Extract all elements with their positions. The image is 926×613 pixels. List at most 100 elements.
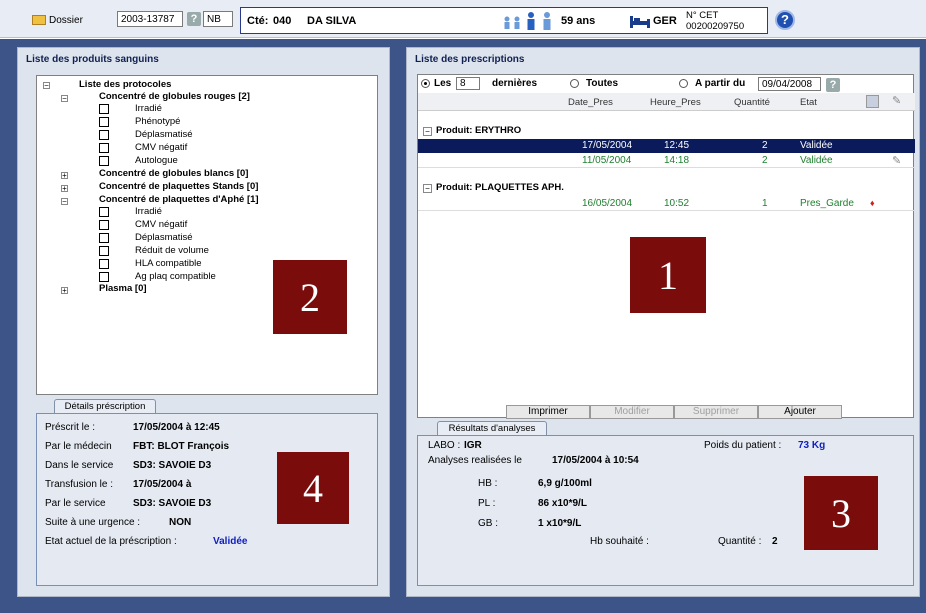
table-row[interactable]: 16/05/2004 10:52 1 Pres_Garde ♦: [418, 197, 915, 211]
tree-root[interactable]: Liste des protocoles: [79, 79, 171, 90]
checkbox-deplasmatise-2[interactable]: [99, 233, 109, 243]
date-field[interactable]: 09/04/2008: [758, 77, 821, 91]
print-button[interactable]: Imprimer: [506, 405, 590, 419]
dernieres-label: dernières: [492, 78, 538, 89]
cell-qte: 1: [762, 198, 768, 209]
expand-icon[interactable]: +: [61, 185, 68, 193]
pl-label: PL :: [478, 498, 496, 509]
gb-label: GB :: [478, 518, 499, 529]
checkbox-cmv[interactable]: [99, 143, 109, 153]
prescriptions-panel: Liste des prescriptions Les 8 dernières …: [406, 47, 920, 597]
cet-number: 00200209750: [686, 21, 745, 32]
table-row[interactable]: 11/05/2004 14:18 2 Validée ✎: [418, 154, 915, 168]
collapse-icon[interactable]: −: [423, 184, 432, 193]
hb-souhaite-label: Hb souhaité :: [590, 536, 649, 547]
annotation-marker-2: 2: [273, 260, 347, 334]
edit-icon[interactable]: ✎: [892, 95, 905, 108]
col-date[interactable]: Date_Pres: [568, 97, 613, 108]
cte-label: Cté:: [247, 15, 269, 27]
service-value: SD3: SAVOIE D3: [133, 460, 212, 471]
search-help-icon[interactable]: ?: [187, 12, 201, 26]
col-quantite[interactable]: Quantité: [734, 97, 770, 108]
table-row-selected[interactable]: 17/05/2004 12:45 2 Validée: [418, 139, 915, 153]
hb-value: 6,9 g/100ml: [538, 478, 592, 489]
collapse-icon[interactable]: −: [61, 198, 68, 206]
add-button[interactable]: Ajouter: [758, 405, 842, 419]
cell-date: 16/05/2004: [582, 198, 633, 209]
service-label: Dans le service: [45, 460, 114, 471]
analyses-label: Analyses realisées le: [428, 455, 522, 466]
radio-from-date[interactable]: [679, 79, 688, 88]
collapse-icon[interactable]: −: [43, 82, 50, 90]
patient-banner: Cté: 040 DA SILVA 59 ans GER N° CET 0020…: [240, 7, 768, 34]
blood-products-title: Liste des produits sanguins: [26, 54, 159, 65]
print-icon[interactable]: [866, 95, 879, 108]
checkbox-phenotype[interactable]: [99, 117, 109, 127]
tree-item-cpa[interactable]: Concentré de plaquettes d'Aphé [1]: [99, 194, 259, 205]
apartir-label: A partir du: [695, 78, 746, 89]
option-label: Phénotypé: [135, 116, 181, 127]
col-etat[interactable]: Etat: [800, 97, 817, 108]
checkbox-agplaq[interactable]: [99, 272, 109, 282]
folder-icon: [32, 15, 46, 25]
urgence-label: Suite à une urgence :: [45, 517, 141, 528]
bed-icon: [630, 16, 650, 28]
dossier-number-field[interactable]: 2003-13787: [117, 11, 183, 27]
ger-label: GER: [653, 15, 677, 27]
group-erythro: Produit: ERYTHRO: [436, 125, 522, 136]
group-plaquettes: Produit: PLAQUETTES APH.: [436, 182, 564, 193]
help-icon[interactable]: ?: [775, 10, 795, 30]
patient-name: DA SILVA: [307, 15, 357, 27]
option-label: Autologue: [135, 155, 178, 166]
par-service-value: SD3: SAVOIE D3: [133, 498, 212, 509]
nb-field[interactable]: NB: [203, 11, 233, 27]
radio-last-n[interactable]: [421, 79, 430, 88]
collapse-icon[interactable]: −: [423, 127, 432, 136]
checkbox-deplasmatise[interactable]: [99, 130, 109, 140]
etat-label: Etat actuel de la préscription :: [45, 536, 177, 547]
transfusion-value: 17/05/2004 à: [133, 479, 192, 490]
cell-qte: 2: [762, 140, 768, 151]
hb-label: HB :: [478, 478, 498, 489]
checkbox-hla[interactable]: [99, 259, 109, 269]
date-help-icon[interactable]: ?: [826, 78, 840, 92]
modify-button[interactable]: Modifier: [590, 405, 674, 419]
cet-label: N° CET: [686, 10, 719, 21]
tab-results[interactable]: Résultats d'analyses: [437, 421, 547, 436]
details-panel: Préscrit le : 17/05/2004 à 12:45 Par le …: [36, 413, 378, 586]
cell-date: 11/05/2004: [582, 155, 632, 166]
col-heure[interactable]: Heure_Pres: [650, 97, 701, 108]
pl-value: 86 x10*9/L: [538, 498, 587, 509]
quantite-value: 2: [772, 536, 778, 547]
collapse-icon[interactable]: −: [61, 95, 68, 103]
checkbox-irradie-2[interactable]: [99, 207, 109, 217]
top-toolbar: Dossier 2003-13787 ? NB Cté: 040 DA SILV…: [0, 0, 926, 38]
tree-item-gr[interactable]: Concentré de globules rouges [2]: [99, 91, 250, 102]
tree-item-cps[interactable]: Concentré de plaquettes Stands [0]: [99, 181, 258, 192]
alert-icon: ♦: [870, 198, 875, 208]
delete-button[interactable]: Supprimer: [674, 405, 758, 419]
expand-icon[interactable]: +: [61, 287, 68, 295]
cell-heure: 12:45: [664, 140, 690, 151]
checkbox-reduit[interactable]: [99, 246, 109, 256]
edit-row-icon[interactable]: ✎: [892, 154, 901, 167]
tree-item-plasma[interactable]: Plasma [0]: [99, 283, 147, 294]
checkbox-cmv-2[interactable]: [99, 220, 109, 230]
cell-date: 17/05/2004: [582, 140, 633, 151]
radio-all[interactable]: [570, 79, 579, 88]
tab-details[interactable]: Détails préscription: [54, 399, 156, 414]
les-label: Les: [434, 78, 452, 89]
analyses-value: 17/05/2004 à 10:54: [552, 455, 639, 466]
protocol-tree: − Liste des protocoles − Concentré de gl…: [36, 75, 378, 395]
checkbox-irradie[interactable]: [99, 104, 109, 114]
tree-item-gb[interactable]: Concentré de globules blancs [0]: [99, 168, 248, 179]
par-service-label: Par le service: [45, 498, 106, 509]
dossier-button[interactable]: Dossier: [32, 11, 83, 29]
option-label: Déplasmatisé: [135, 129, 193, 140]
family-icon: [504, 12, 551, 30]
count-field[interactable]: 8: [456, 77, 480, 90]
checkbox-autologue[interactable]: [99, 156, 109, 166]
expand-icon[interactable]: +: [61, 172, 68, 180]
medecin-label: Par le médecin: [45, 441, 112, 452]
option-label: Réduit de volume: [135, 245, 209, 256]
